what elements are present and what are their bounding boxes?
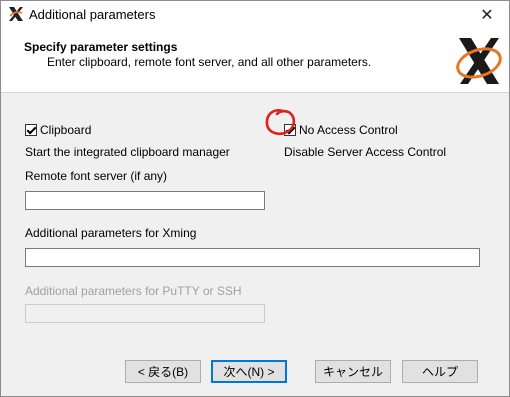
- no-access-control-checkbox[interactable]: No Access Control: [284, 123, 398, 137]
- dialog-window: Additional parameters ✕ Specify paramete…: [0, 0, 510, 397]
- remote-font-server-label: Remote font server (if any): [25, 169, 168, 183]
- title-bar: Additional parameters ✕: [1, 1, 509, 29]
- window-title: Additional parameters: [29, 7, 156, 22]
- putty-params-label: Additional parameters for PuTTY or SSH: [25, 284, 242, 298]
- annotation-circle: [265, 109, 296, 136]
- close-icon: ✕: [480, 7, 494, 24]
- no-access-control-description: Disable Server Access Control: [284, 145, 447, 159]
- close-button[interactable]: ✕: [465, 1, 509, 29]
- clipboard-check-box[interactable]: [25, 124, 37, 136]
- next-button[interactable]: 次へ(N) >: [211, 360, 287, 383]
- clipboard-description: Start the integrated clipboard manager: [25, 145, 230, 159]
- wizard-footer: < 戻る(B) 次へ(N) > キャンセル ヘルプ: [1, 345, 509, 396]
- xming-params-label: Additional parameters for Xming: [25, 226, 197, 240]
- clipboard-label: Clipboard: [40, 123, 92, 137]
- xming-logo: [456, 38, 502, 84]
- no-access-control-label: No Access Control: [299, 123, 398, 137]
- content-panel: Clipboard Start the integrated clipboard…: [1, 93, 509, 345]
- back-button[interactable]: < 戻る(B): [125, 360, 201, 383]
- putty-params-input: [25, 304, 265, 323]
- remote-font-server-input[interactable]: [25, 191, 265, 210]
- wizard-header: Specify parameter settings Enter clipboa…: [1, 29, 509, 93]
- cancel-button[interactable]: キャンセル: [315, 360, 391, 383]
- xming-params-input[interactable]: [25, 248, 480, 267]
- help-button[interactable]: ヘルプ: [402, 360, 478, 383]
- header-subtitle: Enter clipboard, remote font server, and…: [47, 55, 372, 69]
- xming-x-icon: [9, 7, 23, 21]
- header-title: Specify parameter settings: [24, 40, 178, 54]
- clipboard-checkbox[interactable]: Clipboard: [25, 123, 91, 137]
